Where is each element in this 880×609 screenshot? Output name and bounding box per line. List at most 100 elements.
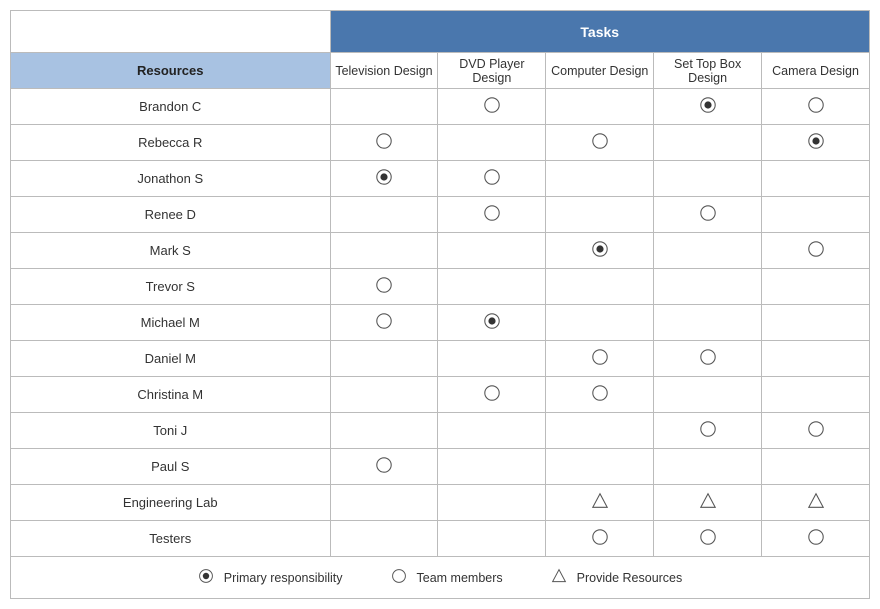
assignment-cell xyxy=(330,125,438,161)
assignment-cell xyxy=(438,377,546,413)
assignment-cell xyxy=(654,521,762,557)
assignment-cell xyxy=(762,161,870,197)
assignment-cell xyxy=(330,161,438,197)
assignment-cell xyxy=(654,485,762,521)
resource-name: Daniel M xyxy=(11,341,331,377)
assignment-cell xyxy=(330,89,438,125)
assignment-cell xyxy=(654,413,762,449)
legend-primary-label: Primary responsibility xyxy=(224,571,343,585)
assignment-cell xyxy=(438,161,546,197)
assignment-cell xyxy=(330,485,438,521)
filled-circle-icon xyxy=(591,240,609,261)
open-circle-icon xyxy=(699,204,717,225)
assignment-cell xyxy=(330,269,438,305)
assignment-cell xyxy=(546,341,654,377)
filled-circle-icon xyxy=(699,96,717,117)
resource-name: Mark S xyxy=(11,233,331,269)
resource-name: Renee D xyxy=(11,197,331,233)
resource-name: Trevor S xyxy=(11,269,331,305)
open-circle-icon xyxy=(591,132,609,153)
table-row: Paul S xyxy=(11,449,870,485)
open-circle-icon xyxy=(375,456,393,477)
assignment-cell xyxy=(762,233,870,269)
open-circle-icon xyxy=(699,420,717,441)
open-circle-icon xyxy=(591,384,609,405)
assignment-cell xyxy=(546,521,654,557)
open-circle-icon xyxy=(375,312,393,333)
triangle-icon xyxy=(591,492,609,513)
legend-team: Team members xyxy=(391,568,503,587)
assignment-cell xyxy=(438,449,546,485)
open-circle-icon xyxy=(807,420,825,441)
triangle-icon xyxy=(551,568,567,587)
table-row: Renee D xyxy=(11,197,870,233)
table-row: Jonathon S xyxy=(11,161,870,197)
open-circle-icon xyxy=(483,384,501,405)
table-row: Rebecca R xyxy=(11,125,870,161)
assignment-cell xyxy=(330,521,438,557)
assignment-cell xyxy=(762,413,870,449)
assignment-cell xyxy=(762,125,870,161)
assignment-cell xyxy=(762,89,870,125)
open-circle-icon xyxy=(807,96,825,117)
assignment-cell xyxy=(546,413,654,449)
assignment-cell xyxy=(546,485,654,521)
assignment-cell xyxy=(438,521,546,557)
assignment-cell xyxy=(546,197,654,233)
open-circle-icon xyxy=(591,348,609,369)
task-header: Television Design xyxy=(330,53,438,89)
open-circle-icon xyxy=(807,240,825,261)
resource-name: Testers xyxy=(11,521,331,557)
resource-name: Rebecca R xyxy=(11,125,331,161)
assignment-cell xyxy=(654,233,762,269)
assignment-cell xyxy=(330,341,438,377)
assignment-cell xyxy=(330,377,438,413)
assignment-cell xyxy=(654,269,762,305)
assignment-cell xyxy=(438,233,546,269)
assignment-cell xyxy=(438,485,546,521)
assignment-cell xyxy=(330,305,438,341)
assignment-cell xyxy=(330,449,438,485)
legend-primary: Primary responsibility xyxy=(198,568,343,587)
legend-team-label: Team members xyxy=(417,571,503,585)
assignment-cell xyxy=(762,521,870,557)
assignment-cell xyxy=(330,197,438,233)
assignment-cell xyxy=(546,233,654,269)
assignment-cell xyxy=(762,377,870,413)
resource-name: Toni J xyxy=(11,413,331,449)
assignment-cell xyxy=(546,269,654,305)
legend-cell: Primary responsibility Team members Prov… xyxy=(11,557,870,599)
assignment-cell xyxy=(438,305,546,341)
open-circle-icon xyxy=(483,168,501,189)
open-circle-icon xyxy=(591,528,609,549)
assignment-cell xyxy=(546,377,654,413)
assignment-cell xyxy=(654,89,762,125)
open-circle-icon xyxy=(699,528,717,549)
open-circle-icon xyxy=(483,96,501,117)
legend-provide: Provide Resources xyxy=(551,568,683,587)
assignment-cell xyxy=(330,233,438,269)
table-row: Christina M xyxy=(11,377,870,413)
triangle-icon xyxy=(699,492,717,513)
assignment-cell xyxy=(654,377,762,413)
resource-name: Engineering Lab xyxy=(11,485,331,521)
open-circle-icon xyxy=(699,348,717,369)
assignment-cell xyxy=(654,161,762,197)
resource-name: Jonathon S xyxy=(11,161,331,197)
task-header: Computer Design xyxy=(546,53,654,89)
assignment-cell xyxy=(438,341,546,377)
assignment-cell xyxy=(438,197,546,233)
resource-name: Michael M xyxy=(11,305,331,341)
assignment-cell xyxy=(438,125,546,161)
task-header: DVD Player Design xyxy=(438,53,546,89)
responsibility-matrix: Tasks Resources Television DesignDVD Pla… xyxy=(10,10,870,599)
assignment-cell xyxy=(546,89,654,125)
table-row: Engineering Lab xyxy=(11,485,870,521)
resources-header: Resources xyxy=(11,53,331,89)
table-row: Brandon C xyxy=(11,89,870,125)
open-circle-icon xyxy=(807,528,825,549)
resource-name: Brandon C xyxy=(11,89,331,125)
table-row: Michael M xyxy=(11,305,870,341)
assignment-cell xyxy=(762,485,870,521)
assignment-cell xyxy=(438,413,546,449)
